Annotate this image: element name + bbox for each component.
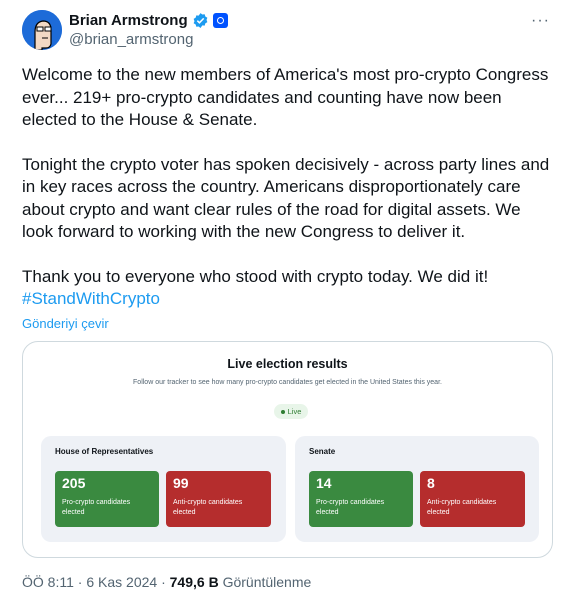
senate-panel: Senate 14 Pro-crypto candidates elected …	[295, 436, 539, 542]
senate-pro-label: Pro-crypto candidates elected	[316, 499, 385, 516]
house-title: House of Representatives	[55, 447, 154, 456]
tweet-header: Brian Armstrong @brian_armstrong ···	[22, 10, 552, 56]
tweet-meta: ÖÖ 8:11 · 6 Kas 2024 · 749,6 B Görüntüle…	[22, 574, 311, 590]
meta-separator-2: ·	[157, 574, 170, 590]
post-date[interactable]: 6 Kas 2024	[86, 574, 157, 590]
senate-pro-count: 14	[316, 475, 332, 491]
senate-anti-label: Anti-crypto candidates elected	[427, 499, 497, 516]
translate-post-link[interactable]: Gönderiyi çevir	[22, 316, 109, 331]
tweet-text: Welcome to the new members of America's …	[22, 64, 552, 311]
tweet-paragraph-2: Tonight the crypto voter has spoken deci…	[22, 154, 550, 242]
house-anti-label: Anti-crypto candidates elected	[173, 499, 243, 516]
hashtag-link[interactable]: #StandWithCrypto	[22, 289, 160, 308]
live-label: Live	[287, 407, 302, 416]
affiliation-badge-icon[interactable]	[212, 12, 228, 28]
senate-anti-box: 8 Anti-crypto candidates elected	[420, 471, 525, 527]
meta-separator-1: ·	[73, 574, 87, 590]
verified-badge-icon[interactable]	[192, 12, 209, 29]
house-pro-count: 205	[62, 475, 86, 491]
house-anti-box: 99 Anti-crypto candidates elected	[166, 471, 271, 527]
more-options-icon[interactable]: ···	[531, 12, 550, 30]
view-count: 749,6 B	[169, 574, 219, 590]
tweet-paragraph-3: Thank you to everyone who stood with cry…	[22, 266, 489, 286]
senate-pro-box: 14 Pro-crypto candidates elected	[309, 471, 413, 527]
card-title: Live election results	[227, 357, 348, 371]
house-pro-box: 205 Pro-crypto candidates elected	[55, 471, 159, 527]
senate-anti-count: 8	[427, 475, 435, 491]
house-pro-label: Pro-crypto candidates elected	[62, 499, 131, 516]
election-results-card[interactable]: Live election results Follow our tracker…	[22, 341, 553, 558]
post-time[interactable]: ÖÖ 8:11	[22, 574, 74, 590]
author-handle[interactable]: @brian_armstrong	[69, 31, 193, 48]
card-subtitle: Follow our tracker to see how many pro-c…	[133, 379, 442, 386]
name-row: Brian Armstrong	[69, 10, 228, 30]
views-label: Görüntülenme	[218, 574, 312, 590]
live-dot-icon	[280, 409, 285, 414]
avatar[interactable]	[22, 10, 62, 50]
house-panel: House of Representatives 205 Pro-crypto …	[41, 436, 286, 542]
house-anti-count: 99	[173, 475, 189, 491]
senate-title: Senate	[309, 447, 336, 456]
author-name[interactable]: Brian Armstrong	[69, 12, 188, 29]
live-badge: Live	[274, 404, 308, 419]
avatar-illustration	[22, 10, 62, 50]
tweet-paragraph-1: Welcome to the new members of America's …	[22, 65, 549, 129]
